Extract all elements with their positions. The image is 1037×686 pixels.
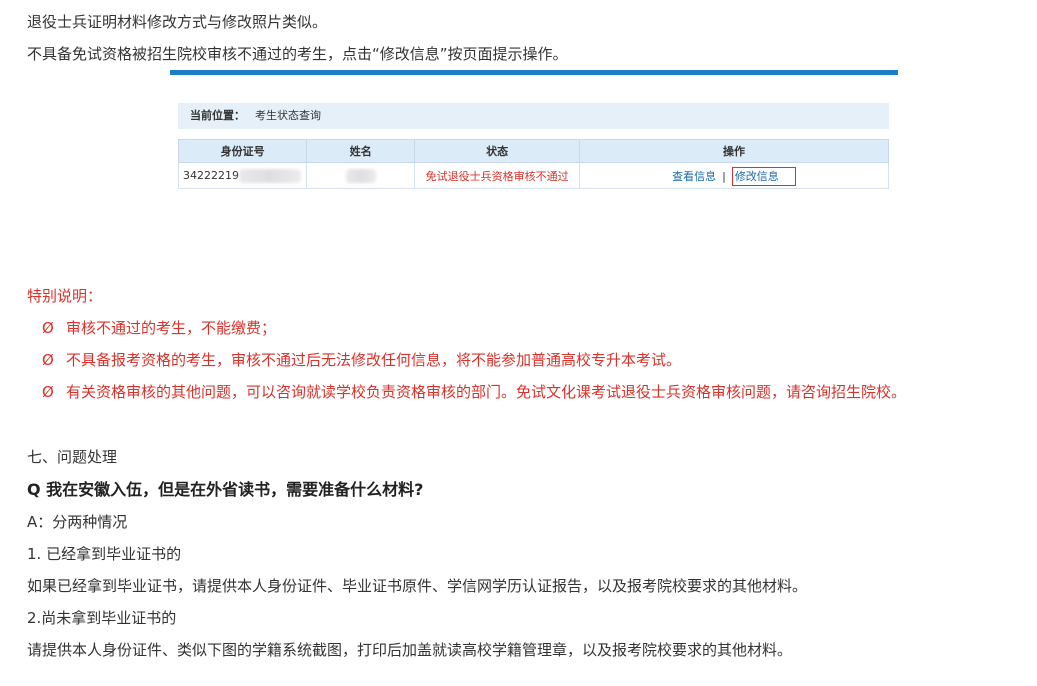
breadcrumb-label: 当前位置： [190, 109, 245, 122]
cell-id-number: 34222219 [177, 162, 308, 189]
case1-title: 1. 已经拿到毕业证书的 [27, 545, 182, 563]
special-note-text: 审核不通过的考生，不能缴费； [66, 319, 277, 337]
table-row: 34222219 免试退役士兵资格审核不通过 查看信息 | 修改信息 [177, 162, 890, 189]
edit-info-link[interactable]: 修改信息 [731, 166, 796, 186]
col-header-status: 状态 [414, 139, 580, 163]
special-note-title: 特别说明： [27, 287, 103, 305]
breadcrumb: 当前位置： 考生状态查询 [178, 103, 889, 129]
id-number-text: 34222219 [183, 168, 239, 182]
status-table: 身份证号 姓名 状态 操作 34222219 免试退役士兵资格审核不通过 查看信… [177, 139, 890, 189]
case2-title: 2.尚未拿到毕业证书的 [27, 609, 177, 627]
special-note-item-3: Ø 有关资格审核的其他问题，可以咨询就读学校负责资格审核的部门。免试文化课考试退役… [42, 382, 906, 402]
id-blur-mask [239, 168, 301, 183]
case1-text: 如果已经拿到毕业证书，请提供本人身份证件、毕业证书原件、学信网学历认证报告，以及… [27, 577, 808, 595]
paragraph-edit-instruction: 不具备免试资格被招生院校审核不通过的考生，点击“修改信息”按页面提示操作。 [27, 45, 568, 63]
view-info-link[interactable]: 查看信息 [672, 170, 716, 183]
screenshot-accent-bar [170, 70, 898, 75]
special-note-item-2: Ø 不具备报考资格的考生，审核不通过后无法修改任何信息，将不能参加普通高校专升本考… [42, 350, 681, 370]
ops-separator: | [722, 169, 726, 183]
special-note-text: 有关资格审核的其他问题，可以咨询就读学校负责资格审核的部门。免试文化课考试退役士… [66, 383, 907, 401]
bullet-icon: Ø [42, 351, 54, 369]
breadcrumb-value: 考生状态查询 [255, 109, 321, 122]
paragraph-photo-note: 退役士兵证明材料修改方式与修改照片类似。 [27, 13, 328, 31]
bullet-icon: Ø [42, 319, 54, 337]
col-header-id: 身份证号 [177, 139, 308, 163]
bullet-icon: Ø [42, 383, 54, 401]
col-header-name: 姓名 [306, 139, 416, 163]
cell-operations: 查看信息 | 修改信息 [578, 162, 890, 189]
cell-status: 免试退役士兵资格审核不通过 [414, 162, 580, 189]
special-note-item-1: Ø 审核不通过的考生，不能缴费； [42, 318, 276, 338]
section-heading: 七、问题处理 [27, 448, 118, 466]
col-header-ops: 操作 [578, 139, 890, 163]
cell-name [306, 162, 416, 189]
question-text: Q 我在安徽入伍，但是在外省读书，需要准备什么材料? [27, 480, 424, 499]
name-blur-mask [345, 168, 376, 183]
case2-text: 请提供本人身份证件、类似下图的学籍系统截图，打印后加盖就读高校学籍管理章，以及报… [27, 641, 793, 659]
special-note-text: 不具备报考资格的考生，审核不通过后无法修改任何信息，将不能参加普通高校专升本考试… [66, 351, 682, 369]
answer-intro: A：分两种情况 [27, 513, 128, 531]
